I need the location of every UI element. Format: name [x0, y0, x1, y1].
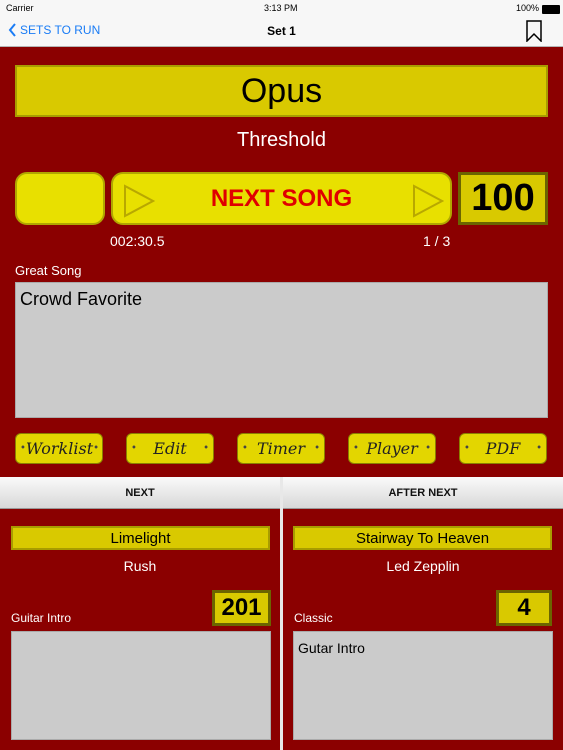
- battery-percent: 100%: [516, 3, 540, 13]
- next-song-label: NEXT SONG: [210, 184, 353, 212]
- player-button-label: Player: [366, 439, 418, 458]
- dot-icon: •: [425, 443, 431, 454]
- next-song-button[interactable]: NEXT SONG: [111, 172, 452, 225]
- dot-icon: •: [314, 443, 320, 454]
- dot-icon: •: [536, 443, 542, 454]
- next-song-title[interactable]: Limelight: [11, 526, 270, 550]
- dot-icon: •: [131, 443, 137, 454]
- pdf-button[interactable]: • PDF •: [459, 433, 547, 464]
- play-arrow-right-icon: [413, 184, 444, 218]
- dot-icon: •: [93, 443, 100, 454]
- pdf-button-label: PDF: [485, 439, 521, 458]
- play-arrow-left-icon: [124, 184, 155, 218]
- dot-icon: •: [353, 443, 359, 454]
- battery-icon: [542, 5, 560, 14]
- after-next-header: AFTER NEXT: [283, 477, 563, 509]
- navigation-bar: SETS TO RUN Set 1: [0, 18, 563, 47]
- next-header: NEXT: [0, 477, 280, 509]
- current-song-counter: 100: [458, 172, 548, 225]
- bookmark-icon[interactable]: [526, 20, 542, 42]
- after-next-song-artist: Led Zepplin: [386, 558, 460, 574]
- dot-icon: •: [203, 443, 209, 454]
- panel-divider: [280, 477, 283, 750]
- worklist-button[interactable]: • Worklist •: [15, 433, 103, 464]
- clock: 3:13 PM: [264, 3, 298, 13]
- worklist-button-label: Worklist: [25, 439, 94, 458]
- next-note-label: Guitar Intro: [11, 611, 72, 625]
- edit-button[interactable]: • Edit •: [126, 433, 214, 464]
- timer-button-label: Timer: [256, 439, 306, 458]
- after-next-song-title[interactable]: Stairway To Heaven: [293, 526, 552, 550]
- after-next-note-label: Classic: [294, 611, 333, 625]
- song-timer: 002:30.5: [110, 233, 165, 249]
- player-button[interactable]: • Player •: [348, 433, 436, 464]
- next-song-artist: Rush: [123, 558, 157, 574]
- after-next-song-counter: 4: [496, 590, 552, 626]
- edit-button-label: Edit: [153, 439, 187, 458]
- timer-button[interactable]: • Timer •: [237, 433, 325, 464]
- next-song-counter: 201: [212, 590, 271, 626]
- note-box[interactable]: Crowd Favorite: [15, 282, 548, 418]
- carrier-label: Carrier: [6, 3, 34, 13]
- dot-icon: •: [242, 443, 248, 454]
- current-song-artist: Threshold: [237, 129, 326, 151]
- set-position: 1 / 3: [423, 233, 451, 249]
- dot-icon: •: [464, 443, 470, 454]
- note-label: Great Song: [15, 263, 82, 278]
- after-next-note-box[interactable]: Gutar Intro: [293, 631, 553, 740]
- status-bar: Carrier 3:13 PM 100%: [0, 0, 563, 18]
- next-note-box[interactable]: [11, 631, 271, 740]
- current-song-title[interactable]: Opus: [15, 65, 548, 117]
- previous-song-button[interactable]: [15, 172, 105, 225]
- page-title: Set 1: [267, 24, 296, 38]
